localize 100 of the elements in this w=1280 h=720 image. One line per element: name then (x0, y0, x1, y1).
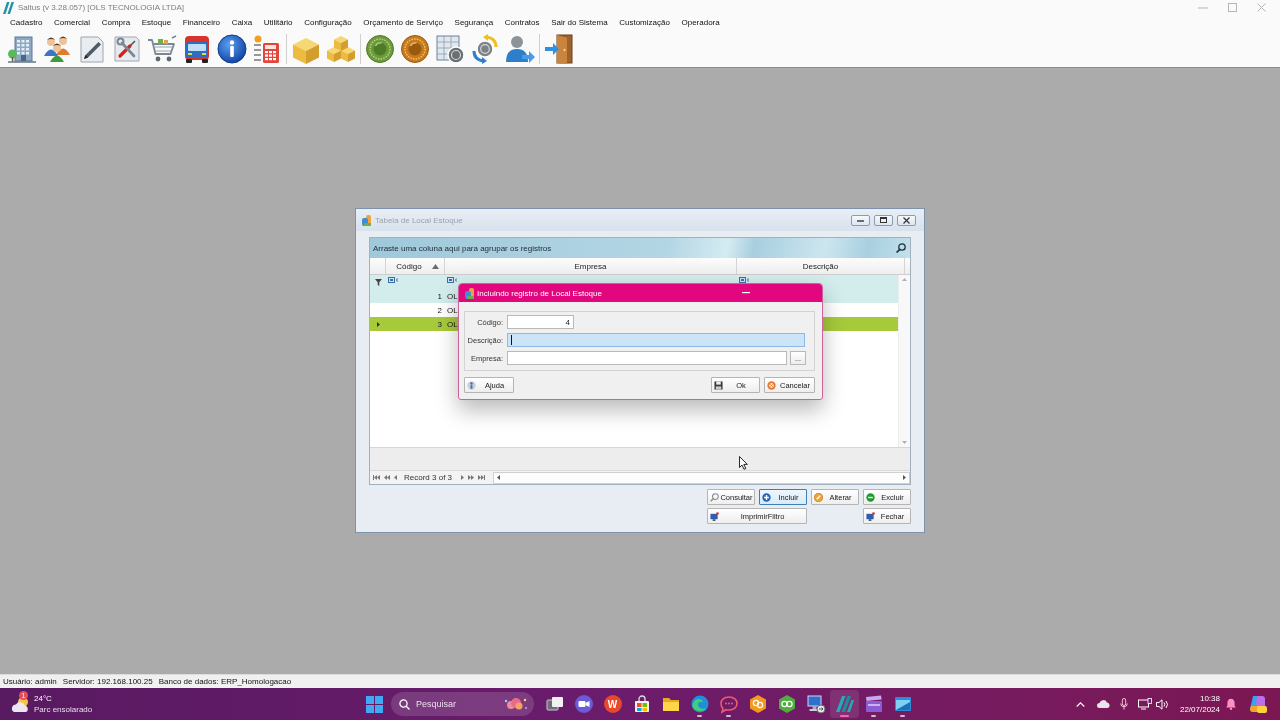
menu-item[interactable]: Sair do Sistema (551, 18, 608, 27)
lookup-field[interactable] (507, 351, 787, 365)
window-icon (362, 214, 371, 226)
minimize-icon[interactable] (742, 292, 750, 294)
minimize-icon (857, 218, 864, 222)
last-record-icon[interactable] (478, 475, 486, 480)
info-icon (467, 380, 476, 390)
plus-circle-icon (762, 492, 771, 502)
horizontal-scrollbar[interactable] (493, 471, 910, 484)
window-icon (465, 287, 474, 299)
menu-item[interactable]: Cadastro (10, 18, 43, 27)
restore-button[interactable] (874, 214, 893, 226)
close-button[interactable] (897, 214, 916, 226)
monitor-icon (805, 694, 826, 714)
filter-operator-icon[interactable] (739, 277, 749, 283)
group-hint: Arraste uma coluna aqui para agrupar os registros (373, 243, 552, 253)
next-page-icon[interactable] (468, 475, 475, 480)
cancel-icon (767, 380, 776, 390)
volume-icon[interactable] (1155, 698, 1169, 710)
exit-door-icon[interactable] (544, 33, 574, 64)
table-cell-text: OL (446, 290, 458, 303)
menu-item[interactable]: Operadora (681, 18, 720, 27)
hexagon-icon (747, 694, 768, 714)
menu-item[interactable]: Utilitário (263, 18, 293, 27)
status-text: Usuário: admin (3, 677, 57, 686)
chevron-up-icon[interactable] (1075, 701, 1085, 707)
filter-icon[interactable] (374, 278, 382, 286)
microphone-icon[interactable] (1119, 698, 1128, 710)
menu-item[interactable]: Estoque (141, 18, 172, 27)
cloud-icon[interactable] (1096, 700, 1110, 708)
menu-item[interactable]: Orçamento de Serviço (363, 18, 443, 27)
browser-icon (689, 694, 710, 714)
pencil-icon[interactable] (77, 33, 107, 64)
restore-icon (880, 217, 887, 223)
monitor-icon (866, 511, 875, 521)
sparkle-art-icon (504, 696, 528, 712)
app-logo: W (603, 695, 622, 713)
windows-stack-icon (544, 694, 565, 714)
text-field[interactable] (507, 333, 805, 347)
start-icon[interactable] (366, 695, 383, 713)
clock[interactable]: 10:38 22/07/2024 (1179, 693, 1220, 715)
menu-item[interactable]: Customização (619, 18, 670, 27)
info-icon[interactable] (217, 33, 247, 64)
minus-circle-icon (866, 492, 875, 502)
coin-icon[interactable] (400, 33, 430, 64)
display-icon[interactable] (1137, 698, 1152, 710)
column-header[interactable]: Código (386, 258, 445, 274)
menu-item[interactable]: Financeiro (182, 18, 221, 27)
search-icon (399, 698, 410, 710)
first-record-icon[interactable] (373, 475, 380, 480)
building-icon[interactable] (7, 33, 37, 64)
column-header[interactable]: Empresa (445, 258, 737, 274)
weather-text: Parc ensolarado (34, 704, 93, 715)
menu-item[interactable]: Caixa (231, 18, 253, 27)
tools-icon[interactable] (112, 33, 142, 64)
filter-operator-icon[interactable] (388, 277, 398, 283)
app-logo-icon (3, 1, 14, 14)
window-icon (892, 694, 913, 714)
record-counter: Record 3 of 3 (404, 473, 453, 482)
calculator-icon[interactable] (252, 33, 282, 64)
table-cell-text: 2 (436, 304, 443, 317)
close-icon (903, 216, 910, 224)
logo-icon[interactable] (1248, 694, 1268, 714)
coin-icon[interactable] (365, 33, 395, 64)
coin-arrows-icon[interactable] (470, 33, 500, 64)
row-pointer-icon (376, 321, 380, 327)
chat-bubble-icon (718, 694, 739, 714)
next-record-icon[interactable] (461, 475, 465, 480)
table-cell-text: 3 (436, 318, 443, 331)
previous-record-icon[interactable] (394, 475, 397, 480)
scroll-left-icon[interactable] (497, 475, 501, 480)
menu-item[interactable]: Segurança (454, 18, 494, 27)
clapperboard-icon (863, 694, 884, 714)
menu-item[interactable]: Configuração (304, 18, 352, 27)
edit-icon (814, 492, 823, 502)
table-cell-text: OL (446, 304, 458, 317)
menu-item[interactable]: Contratos (504, 18, 540, 27)
filter-operator-icon[interactable] (447, 277, 457, 283)
previous-page-icon[interactable] (384, 475, 390, 480)
column-header[interactable]: Descrição (737, 258, 905, 274)
app-logo-icon (834, 694, 855, 714)
search-icon[interactable] (896, 243, 906, 253)
cart-icon[interactable] (147, 33, 177, 64)
status-text: Banco de dados: ERP_Homologacao (158, 677, 292, 686)
user-arrow-icon[interactable] (505, 33, 535, 64)
menu-item[interactable]: Comercial (54, 18, 91, 27)
sheet-coin-icon[interactable] (435, 33, 465, 64)
window-title: Saltus (v 3.28.057) [OLS TECNOLOGIA LTDA] (18, 3, 184, 12)
bell-icon[interactable] (1226, 698, 1236, 710)
taskbar-button[interactable]: W (598, 690, 627, 718)
table-cell-text: OL (446, 318, 458, 331)
table-cell-text: 1 (436, 290, 443, 303)
video-camera-icon (573, 694, 594, 714)
scroll-right-icon[interactable] (903, 475, 906, 480)
minimize-button[interactable] (851, 214, 870, 226)
number-field[interactable]: 4 (507, 315, 574, 329)
hexagon-icon (776, 694, 797, 714)
search-field[interactable]: Pesquisar (391, 692, 534, 716)
truck-icon[interactable] (182, 33, 212, 64)
menu-item[interactable]: Compra (101, 18, 131, 27)
